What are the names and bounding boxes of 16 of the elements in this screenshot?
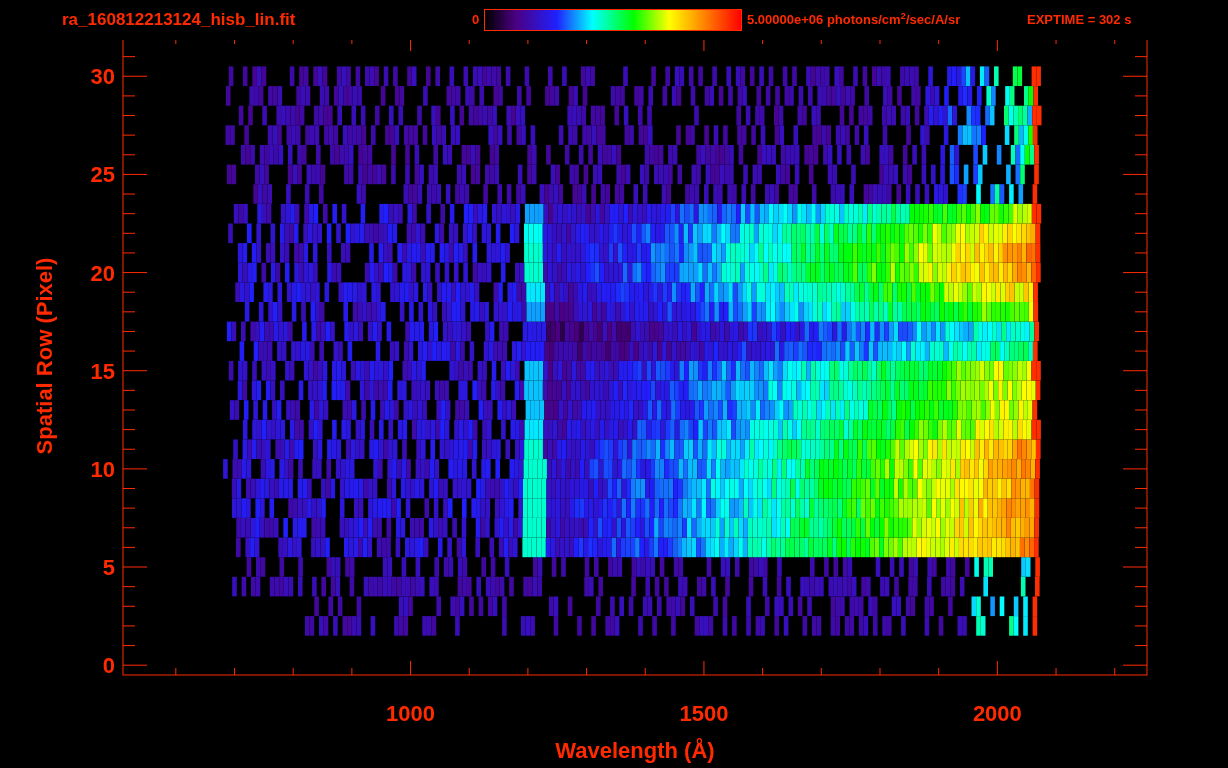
colorbar-min-label: 0	[472, 11, 481, 30]
x-tick-label: 1500	[679, 701, 729, 726]
y-axis-title: Spatial Row (Pixel)	[32, 257, 57, 455]
y-tick-label: 20	[90, 260, 115, 286]
y-tick-label: 25	[90, 162, 115, 188]
y-tick-label: 10	[90, 456, 115, 482]
exposure-time-label: EXPTIME = 302 s	[1027, 11, 1132, 30]
x-axis-title: Wavelength (Å)	[555, 738, 715, 763]
y-tick-label: 5	[102, 555, 115, 581]
colorbar-max-label: 5.00000e+06 photons/cm$^{2}$/sec/A/sr	[747, 10, 962, 30]
y-tick-label: 30	[90, 64, 115, 90]
y-tick-label: 15	[90, 358, 115, 384]
file-title: ra_160812213124_hisb_lin.fit	[62, 9, 297, 32]
y-tick-label: 0	[102, 653, 115, 679]
x-tick-label: 2000	[972, 701, 1022, 726]
x-tick-label: 1000	[386, 701, 435, 726]
